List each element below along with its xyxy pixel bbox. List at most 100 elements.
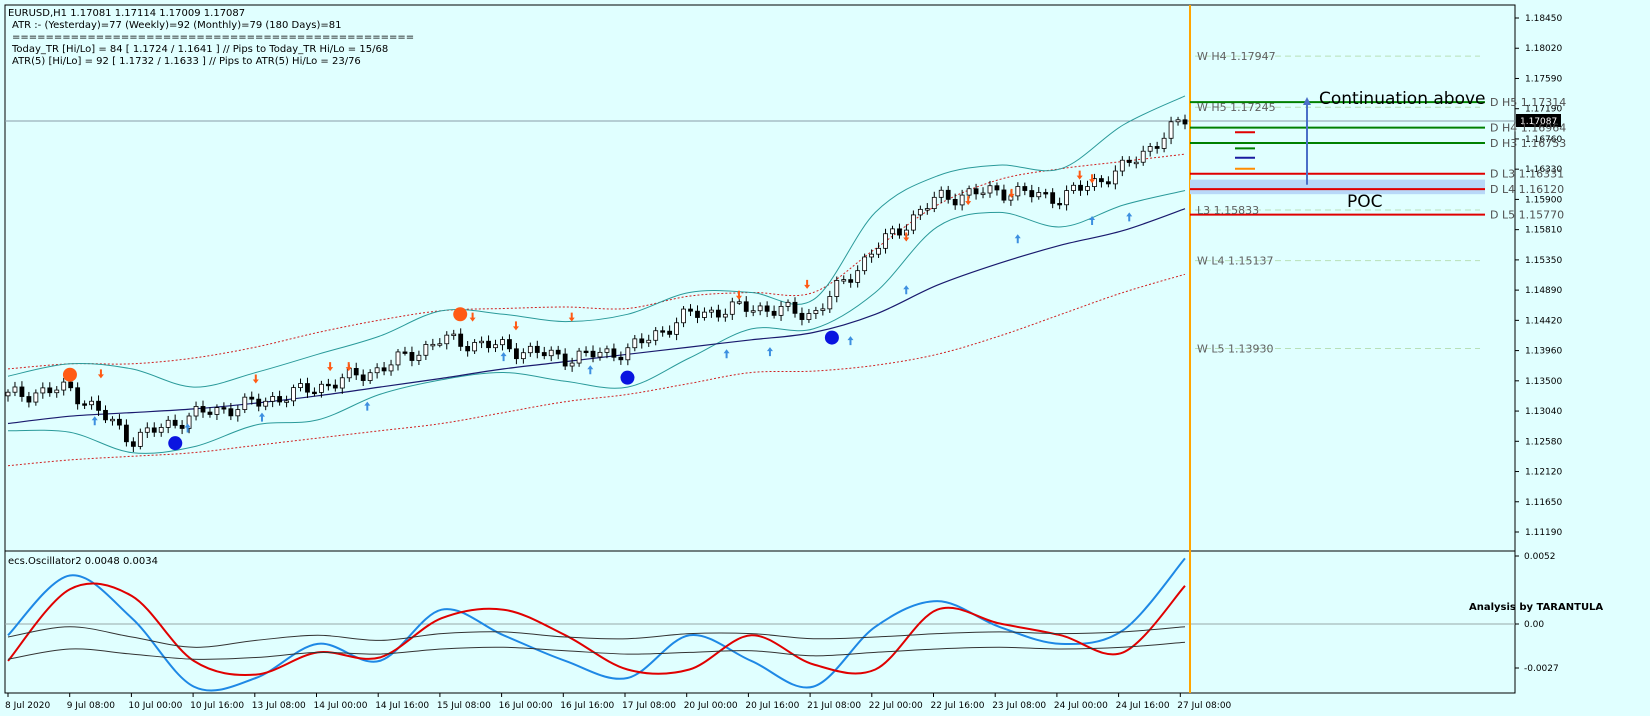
candle-body <box>96 400 101 411</box>
candle-body <box>890 228 895 235</box>
candle-body <box>486 340 491 349</box>
candle-body <box>82 403 88 406</box>
oscillator-panel[interactable] <box>4 550 1516 694</box>
price-tick-label: 1.18020 <box>1525 44 1562 54</box>
candle-body <box>381 367 387 372</box>
candle-body <box>165 419 171 428</box>
candle-body <box>604 348 610 353</box>
candle-body <box>729 301 735 315</box>
candle-body <box>883 233 888 249</box>
osc-tick-label: 0.00 <box>1524 620 1544 630</box>
candle-body <box>402 351 408 354</box>
time-tick-label: 8 Jul 2020 <box>5 701 50 711</box>
candle-body <box>1022 186 1028 191</box>
candle-body <box>61 381 67 391</box>
candle-body <box>423 344 429 356</box>
candle-body <box>1064 190 1070 206</box>
pivot-level-label: D L4 1.16120 <box>1490 183 1564 196</box>
candle-body <box>298 383 303 389</box>
candle-body <box>688 308 693 312</box>
candle-body <box>959 194 965 206</box>
candle-body <box>305 383 310 393</box>
candle-body <box>583 350 589 354</box>
candle-body <box>1001 189 1007 201</box>
candle-body <box>952 198 958 206</box>
time-tick-label: 21 Jul 08:00 <box>807 701 861 711</box>
time-tick-label: 10 Jul 00:00 <box>128 701 182 711</box>
price-tick-label: 1.12580 <box>1525 437 1562 447</box>
price-tick-label: 1.18450 <box>1525 14 1562 24</box>
candle-body <box>1154 146 1160 149</box>
candle-body <box>130 441 136 447</box>
candle-body <box>910 214 916 231</box>
candle-body <box>813 310 819 314</box>
time-axis: 8 Jul 2020 9 Jul 08:00 10 Jul 00:00 10 Jul … <box>5 693 1232 711</box>
time-tick-label: 16 Jul 16:00 <box>560 701 614 711</box>
candle-body <box>834 280 840 297</box>
time-tick-label: 20 Jul 16:00 <box>745 701 799 711</box>
continuation-label: Continuation above <box>1319 89 1486 109</box>
candle-body <box>1085 186 1090 191</box>
header-divider: ========================================… <box>12 32 414 43</box>
price-tick-label: 1.14890 <box>1525 286 1562 296</box>
time-tick-label: 9 Jul 08:00 <box>67 701 116 711</box>
pivot-level-label: W H4 1.17947 <box>1197 50 1276 63</box>
today-tr: Today_TR [Hi/Lo] = 84 [ 1.1724 / 1.1641 … <box>11 44 388 55</box>
price-tick-label: 1.17590 <box>1525 74 1562 84</box>
candle-body <box>1029 190 1035 198</box>
candle-body <box>674 322 679 335</box>
price-tick-label: 1.15900 <box>1525 195 1562 205</box>
candle-body <box>151 427 157 433</box>
candle-body <box>1140 150 1146 163</box>
candle-body <box>395 351 401 366</box>
candle-body <box>437 343 443 346</box>
candle-body <box>764 305 770 312</box>
candle-body <box>270 396 276 402</box>
candle-body <box>249 396 255 400</box>
candle-body <box>646 339 652 344</box>
time-tick-label: 27 Jul 08:00 <box>1177 701 1231 711</box>
candle-body <box>1015 186 1021 197</box>
candle-body <box>681 308 686 324</box>
poc-zone <box>1190 179 1485 195</box>
candle-body <box>12 386 18 393</box>
candle-body <box>820 308 826 311</box>
candle-body <box>416 354 422 361</box>
candle-body <box>1057 203 1063 206</box>
time-tick-label: 23 Jul 08:00 <box>992 701 1046 711</box>
atr-summary: ATR :- (Yesterday)=77 (Weekly)=92 (Month… <box>12 20 342 31</box>
candle-body <box>277 396 283 403</box>
candle-body <box>367 372 373 381</box>
oscillator-title: ecs.Oscillator2 0.0048 0.0034 <box>8 556 158 567</box>
time-tick-label: 13 Jul 08:00 <box>252 701 306 711</box>
candle-body <box>235 409 241 417</box>
candle-body <box>931 196 937 210</box>
candle-body <box>179 424 185 429</box>
candle-body <box>778 305 784 316</box>
chart-canvas[interactable]: EURUSD,H1 1.17081 1.17114 1.17009 1.1708… <box>0 0 1650 716</box>
symbol-ohlc: EURUSD,H1 1.17081 1.17114 1.17009 1.1708… <box>8 8 245 19</box>
candle-body <box>639 338 645 344</box>
candle-body <box>68 381 74 389</box>
candle-body <box>660 330 666 333</box>
candle-body <box>876 247 881 255</box>
atr5: ATR(5) [Hi/Lo] = 92 [ 1.1732 / 1.1633 ] … <box>12 56 361 67</box>
candle-body <box>562 353 568 367</box>
main-chart-panel[interactable] <box>4 4 1516 552</box>
pivot-level-label: W L5 1.13930 <box>1197 343 1273 356</box>
candle-body <box>458 333 464 347</box>
time-tick-label: 22 Jul 00:00 <box>869 701 923 711</box>
candle-body <box>709 309 714 313</box>
price-tick-label: 1.11650 <box>1525 498 1562 508</box>
price-tick-label: 1.11190 <box>1525 528 1562 538</box>
price-tick-label: 1.12120 <box>1525 468 1562 478</box>
candle-body <box>172 419 178 426</box>
candle-body <box>771 310 777 316</box>
pivot-level-label: D L5 1.15770 <box>1490 209 1564 222</box>
candle-body <box>1126 159 1132 163</box>
candle-body <box>625 347 631 361</box>
candle-body <box>924 208 930 211</box>
candle-body <box>1182 119 1188 125</box>
time-tick-label: 10 Jul 16:00 <box>190 701 244 711</box>
candle-body <box>548 349 554 357</box>
